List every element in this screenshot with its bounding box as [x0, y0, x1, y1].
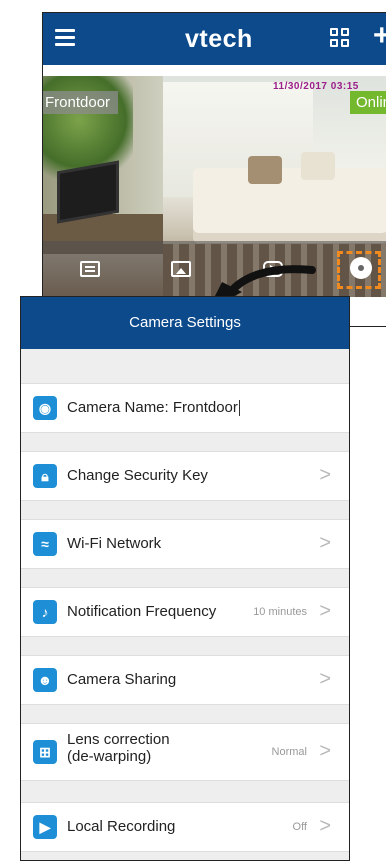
setting-camera-sharing[interactable]: ☻ Camera Sharing >	[21, 655, 349, 705]
settings-title: Camera Settings	[21, 297, 349, 349]
setting-label: Change Security Key	[67, 467, 208, 484]
setting-label: Wi-Fi Network	[67, 535, 162, 552]
hamburger-icon[interactable]	[55, 29, 75, 46]
brand-logo: vtech	[185, 25, 253, 53]
online-status-badge: Onlin	[350, 91, 386, 114]
scene-pillow	[301, 152, 335, 180]
scene-tv	[57, 160, 119, 224]
lock-icon: 🔒︎	[33, 464, 57, 488]
setting-value: Off	[292, 821, 307, 833]
bell-icon: ♪	[33, 600, 57, 624]
wifi-icon: ≈	[33, 532, 57, 556]
scene-sofa	[193, 168, 386, 243]
lens-icon: ⊞	[33, 740, 57, 764]
setting-label: Notification Frequency	[67, 603, 217, 620]
setting-security-key[interactable]: 🔒︎ Change Security Key >	[21, 451, 349, 501]
gear-icon[interactable]	[353, 260, 369, 276]
setting-value: 10 minutes	[253, 606, 307, 618]
setting-label: Camera Sharing	[67, 671, 177, 688]
setting-notification-frequency[interactable]: ♪ Notification Frequency 10 minutes >	[21, 587, 349, 637]
plus-icon[interactable]: +	[373, 21, 386, 51]
chevron-right-icon: >	[319, 464, 331, 486]
setting-lens-correction[interactable]: ⊞ Lens correction (de-warping) Normal >	[21, 723, 349, 781]
setting-label: Camera Name: Frontdoor	[67, 399, 238, 416]
scene-pillow	[248, 156, 282, 184]
event-list-icon[interactable]	[80, 261, 100, 277]
chevron-right-icon: >	[319, 815, 331, 837]
chevron-right-icon: >	[319, 668, 331, 690]
setting-label: Lens correction (de-warping)	[67, 731, 170, 765]
setting-label: Local Recording	[67, 818, 176, 835]
camera-settings-screen: Camera Settings ◉ Camera Name: Frontdoor…	[20, 296, 350, 861]
camera-icon: ◉	[33, 396, 57, 420]
camera-timestamp: 11/30/2017 03:15	[273, 81, 359, 92]
video-icon: ▶	[33, 815, 57, 839]
grid-icon[interactable]	[330, 28, 350, 48]
setting-wifi-network[interactable]: ≈ Wi-Fi Network >	[21, 519, 349, 569]
people-icon: ☻	[33, 668, 57, 692]
setting-value: Normal	[271, 746, 307, 758]
camera-name-label: Frontdoor	[43, 91, 119, 114]
chevron-right-icon: >	[319, 532, 331, 554]
setting-camera-name[interactable]: ◉ Camera Name: Frontdoor	[21, 383, 349, 433]
snapshot-icon[interactable]	[171, 261, 191, 277]
chevron-right-icon: >	[319, 740, 331, 762]
chevron-right-icon: >	[319, 600, 331, 622]
setting-local-recording[interactable]: ▶ Local Recording Off >	[21, 802, 349, 852]
text-cursor	[238, 400, 240, 417]
top-bar: vtech +	[43, 13, 386, 65]
